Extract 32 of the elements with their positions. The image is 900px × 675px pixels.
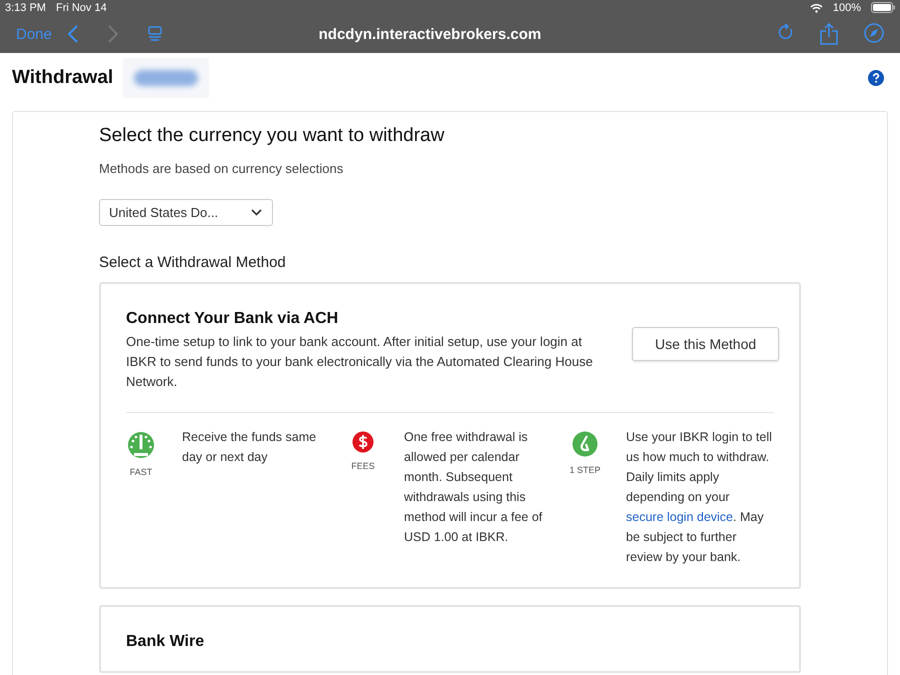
- share-icon[interactable]: [820, 23, 838, 45]
- help-icon[interactable]: [868, 70, 884, 86]
- reload-icon[interactable]: [778, 23, 794, 40]
- use-method-button[interactable]: Use this Method: [632, 327, 780, 361]
- tabs-icon[interactable]: [148, 26, 162, 42]
- feature-text: One free withdrawal is allowed per calendar month. Subsequent withdrawals using this method will incur a fee of USD 1.00 at IBKR.: [404, 429, 544, 546]
- method-title: Connect Your Bank via ACH: [126, 310, 340, 328]
- feature-label: 1 STEP: [570, 465, 601, 475]
- back-icon[interactable]: [68, 25, 78, 43]
- method-description: One-time setup to link to your bank account. After initial setup, use your login at IBKR to send funds to your bank electronically via the Automated Clearing House Network.: [126, 333, 594, 391]
- feature-text: Receive the funds same day or next day: [182, 429, 318, 466]
- feature-label: FEES: [351, 461, 375, 471]
- page-title: Withdrawal: [12, 67, 114, 89]
- status-time: 3:13 PM: [5, 2, 46, 14]
- feature-label: FAST: [130, 467, 152, 477]
- url-address[interactable]: ndcdyn.interactivebrokers.com: [162, 26, 778, 42]
- currency-dropdown[interactable]: United States Do...: [99, 199, 273, 226]
- wifi-icon: [810, 2, 823, 12]
- dollar-icon: [352, 431, 374, 453]
- method-title: Bank Wire: [126, 633, 204, 651]
- section-subtitle: Methods are based on currency selections: [99, 161, 344, 176]
- speedometer-icon: [127, 431, 155, 459]
- section-heading: Select the currency you want to withdraw: [99, 125, 446, 147]
- secure-login-link[interactable]: secure login device: [626, 510, 734, 524]
- compass-icon[interactable]: [864, 23, 884, 43]
- battery-icon: [871, 2, 895, 13]
- battery-percent: 100%: [832, 2, 861, 14]
- finger-tap-icon: [572, 431, 598, 457]
- feature-text: Use your IBKR login to tell us how much to withdraw. Daily limits apply depending on your secure login device. May be subject to further review by your bank.: [626, 429, 773, 566]
- chevron-down-icon: [251, 209, 262, 216]
- method-heading: Select a Withdrawal Method: [99, 254, 287, 271]
- status-date: Fri Nov 14: [56, 2, 107, 14]
